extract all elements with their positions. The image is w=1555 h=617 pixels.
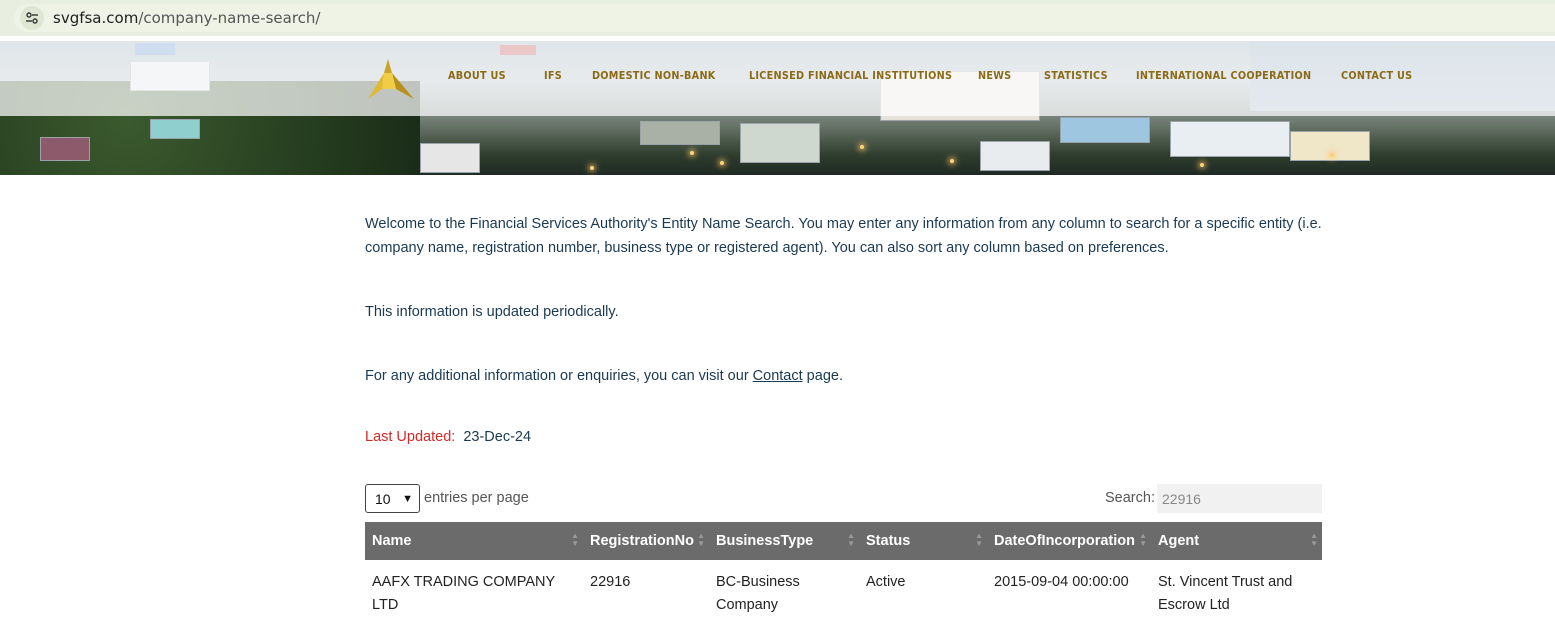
last-updated-value: 23-Dec-24 [463,429,532,445]
sort-icon: ▲ ▼ [847,531,855,548]
column-header-dateofincorporation[interactable]: DateOfIncorporation ▲ ▼ [987,522,1151,560]
sort-icon: ▲ ▼ [1139,531,1147,548]
cell-registrationno: 22916 [590,574,631,590]
column-label: Name [372,533,412,549]
nav-licensed-financial-institutions[interactable]: LICENSED FINANCIAL INSTITUTIONS [749,69,952,82]
contact-suffix: page. [802,368,843,384]
column-header-status[interactable]: Status ▲ ▼ [859,522,987,560]
intro-contact: For any additional information or enquir… [365,364,843,388]
table-row[interactable]: AAFX TRADING COMPANY LTD 22916 BC-Busine… [365,560,1322,617]
browser-address-bar: svgfsa.com/company-name-search/ [0,0,1555,36]
url-path: /company-name-search/ [138,9,321,27]
intro-welcome: Welcome to the Financial Services Author… [365,216,1322,256]
last-updated: Last Updated: 23-Dec-24 [365,429,531,445]
nav-news[interactable]: NEWS [978,69,1011,82]
hero-light [950,159,954,163]
hero-building [420,143,480,173]
sort-icon: ▲ ▼ [1310,531,1318,548]
nav-international-cooperation[interactable]: INTERNATIONAL COOPERATION [1136,69,1311,82]
search-input[interactable]: 22916 [1157,484,1322,513]
column-label: RegistrationNo [590,533,694,549]
column-header-name[interactable]: Name ▲ ▼ [365,522,583,560]
column-header-agent[interactable]: Agent ▲ ▼ [1151,522,1322,560]
column-label: DateOfIncorporation [994,533,1135,549]
last-updated-label: Last Updated: [365,429,456,445]
hero-building [40,137,90,161]
hero-light [690,151,694,155]
url-domain: svgfsa.com [53,9,139,27]
url-field[interactable]: svgfsa.com/company-name-search/ [14,4,1555,32]
hero-light [1200,163,1204,167]
page-size-value: 10 [375,490,391,507]
hero-light [1330,153,1334,157]
main-nav: ABOUT US IFS DOMESTIC NON-BANK LICENSED … [448,69,1423,82]
nav-about-us[interactable]: ABOUT US [448,69,506,82]
entity-table: Name ▲ ▼ RegistrationNo ▲ ▼ BusinessType ▲ ▼ S… [365,522,1322,617]
column-label: Agent [1158,533,1200,549]
sort-icon: ▲ ▼ [697,531,705,548]
cell-status: Active [866,574,906,590]
cell-name: AAFX TRADING COMPANY LTD [372,574,555,613]
column-label: BusinessType [716,533,814,549]
hero-building [150,119,200,139]
column-label: Status [866,533,911,549]
hero-header: ABOUT US IFS DOMESTIC NON-BANK LICENSED … [0,41,1555,175]
nav-statistics[interactable]: STATISTICS [1044,69,1108,82]
contact-link[interactable]: Contact [753,368,803,384]
chevron-down-icon: ▼ [402,493,413,505]
entries-per-page-label: entries per page [424,490,529,506]
fsa-logo-icon[interactable] [366,55,416,101]
nav-contact-us[interactable]: CONTACT US [1341,69,1412,82]
table-header-row: Name ▲ ▼ RegistrationNo ▲ ▼ BusinessType ▲ ▼ S… [365,522,1322,560]
cell-dateofincorporation: 2015-09-04 00:00:00 [994,574,1129,590]
hero-building [1170,121,1290,157]
hero-light [720,161,724,165]
sort-icon: ▲ ▼ [975,531,983,548]
table-controls: 10 ▼ entries per page Search: 22916 [365,484,1322,514]
column-header-registrationno[interactable]: RegistrationNo ▲ ▼ [583,522,709,560]
hero-building [1060,117,1150,143]
column-header-businesstype[interactable]: BusinessType ▲ ▼ [709,522,859,560]
cell-businesstype: BC-Business Company [716,574,800,613]
sort-icon: ▲ ▼ [571,531,579,548]
nav-domestic-non-bank[interactable]: DOMESTIC NON-BANK [592,69,716,82]
hero-building [740,123,820,163]
site-settings-icon[interactable] [20,6,44,30]
hero-light [860,145,864,149]
url-text: svgfsa.com/company-name-search/ [53,9,320,27]
nav-ifs[interactable]: IFS [544,69,562,82]
intro-periodic: This information is updated periodically… [365,304,619,320]
contact-prefix: For any additional information or enquir… [365,368,753,384]
hero-building [640,121,720,145]
cell-agent: St. Vincent Trust and Escrow Ltd [1158,574,1293,613]
page-size-select[interactable]: 10 ▼ [365,484,420,513]
search-label: Search: [1105,490,1155,506]
hero-building [980,141,1050,171]
hero-light [590,166,594,170]
